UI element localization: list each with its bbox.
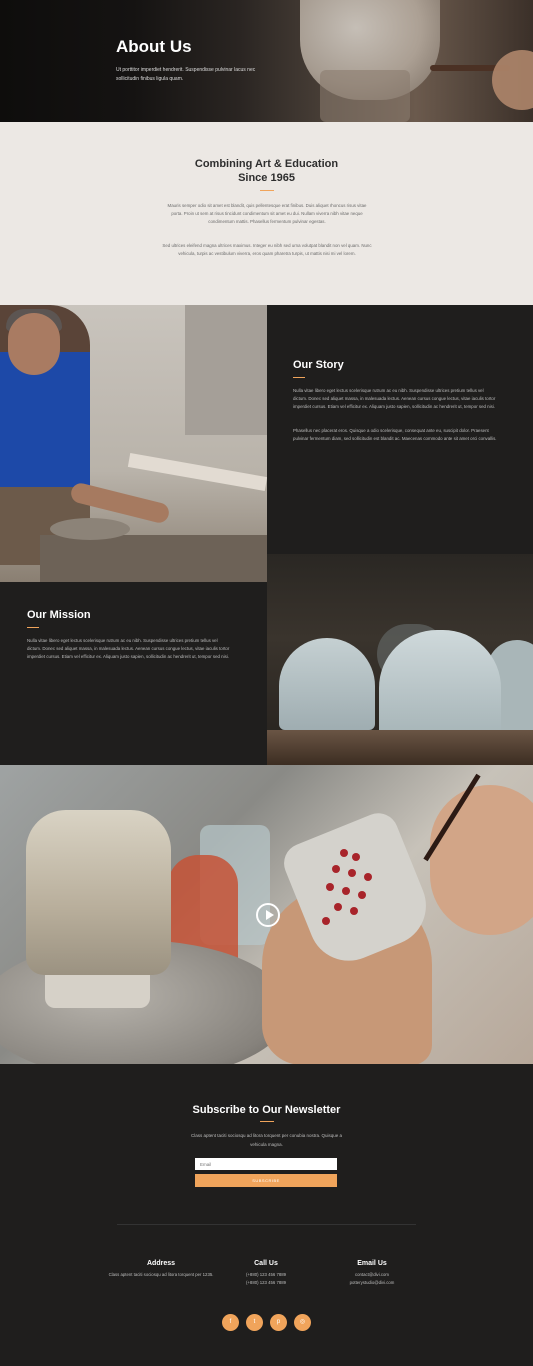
- footer-divider: [117, 1224, 416, 1225]
- address-text: Class aptent taciti sociosqu ad litora t…: [108, 1272, 214, 1277]
- email-1: contact@divi.com: [355, 1272, 389, 1277]
- email-title: Email Us: [357, 1260, 387, 1267]
- facebook-icon[interactable]: f: [222, 1314, 239, 1331]
- intro-paragraph-1: Mauris semper odio sit amet est blandit,…: [167, 203, 367, 224]
- hero-banner: About Us Ut porttitor imperdiet hendreri…: [0, 0, 533, 122]
- story-paragraph-1: Nulla vitae libero eget lectus scelerisq…: [293, 388, 496, 409]
- cup-dot: [350, 907, 358, 915]
- contact-address: Address Class aptent taciti sociosqu ad …: [106, 1260, 216, 1279]
- our-mission-section: Our Mission Nulla vitae libero eget lect…: [0, 582, 267, 765]
- cup-dot: [348, 869, 356, 877]
- contact-email: Email Us contact@divi.com potterystudio@…: [317, 1260, 427, 1286]
- play-icon[interactable]: [256, 903, 280, 927]
- call-title: Call Us: [254, 1260, 278, 1267]
- phone-2: (+880) 123 456 7889: [245, 1279, 287, 1285]
- intro-title: Combining Art & Education Since 1965: [0, 157, 533, 185]
- cup-dot: [358, 891, 366, 899]
- newsletter-description: Class aptent taciti sociosqu ad litora t…: [190, 1133, 343, 1147]
- cup-dot: [342, 887, 350, 895]
- our-story-section: Our Story Nulla vitae libero eget lectus…: [267, 332, 533, 554]
- video-section: [0, 765, 533, 1064]
- potter-image-head: [8, 313, 60, 375]
- bowls-image-shelf: [267, 730, 533, 765]
- potter-image-board: [127, 453, 267, 491]
- mission-title: Our Mission: [27, 609, 91, 621]
- mission-paragraph: Nulla vitae libero eget lectus scelerisq…: [27, 638, 230, 659]
- page-title: About Us: [116, 37, 192, 56]
- pinterest-icon[interactable]: p: [270, 1314, 287, 1331]
- hero-pottery-base: [320, 70, 410, 122]
- hero-hand: [492, 50, 533, 110]
- potter-image-wall: [185, 305, 267, 435]
- cup-dot: [340, 849, 348, 857]
- bowls-image-bowl-left: [279, 638, 375, 730]
- newsletter-divider: [260, 1121, 274, 1122]
- cup-dot: [332, 865, 340, 873]
- mission-divider: [27, 627, 39, 628]
- story-paragraph-2: Phasellus nec placerat eros. Quisque a o…: [293, 428, 497, 441]
- intro-title-line1: Combining Art & Education: [194, 158, 339, 170]
- newsletter-section: Subscribe to Our Newsletter Class aptent…: [0, 1064, 533, 1366]
- social-links: f t p ◎: [222, 1314, 312, 1332]
- cup-dot: [334, 903, 342, 911]
- story-title: Our Story: [293, 359, 344, 371]
- bowls-image-bowl-center: [379, 630, 501, 736]
- cup-dot: [326, 883, 334, 891]
- cup-dot: [364, 873, 372, 881]
- contact-call: Call Us (+880) 123 456 7889 (+880) 123 4…: [211, 1260, 321, 1286]
- address-title: Address: [146, 1260, 175, 1267]
- newsletter-title: Subscribe to Our Newsletter: [192, 1104, 341, 1116]
- subscribe-button[interactable]: SUBSCRIBE: [195, 1174, 337, 1187]
- cup-dot: [352, 853, 360, 861]
- hero-subtitle: Ut porttitor imperdiet hendrerit. Suspen…: [116, 67, 256, 82]
- potter-image-bench: [40, 535, 267, 582]
- twitter-icon[interactable]: t: [246, 1314, 263, 1331]
- video-hand-right: [430, 785, 533, 935]
- instagram-icon[interactable]: ◎: [294, 1314, 311, 1331]
- potter-at-wheel-image: [0, 305, 267, 582]
- intro-section: Combining Art & Education Since 1965 Mau…: [0, 122, 533, 305]
- bowls-image: [267, 554, 533, 765]
- intro-title-line2: Since 1965: [238, 172, 295, 184]
- phone-1: (+880) 123 456 7889: [245, 1272, 287, 1277]
- intro-divider: [260, 190, 274, 191]
- video-jar: [26, 810, 171, 975]
- intro-paragraph-2: Sed ultrices eleifend magna ultrices max…: [162, 243, 372, 256]
- email-2: potterystudio@divi.com: [349, 1279, 395, 1285]
- cup-dot: [322, 917, 330, 925]
- email-field[interactable]: [195, 1158, 337, 1170]
- story-divider: [293, 377, 305, 378]
- potter-image-wheel: [50, 518, 130, 540]
- video-cup-dots: [318, 843, 388, 933]
